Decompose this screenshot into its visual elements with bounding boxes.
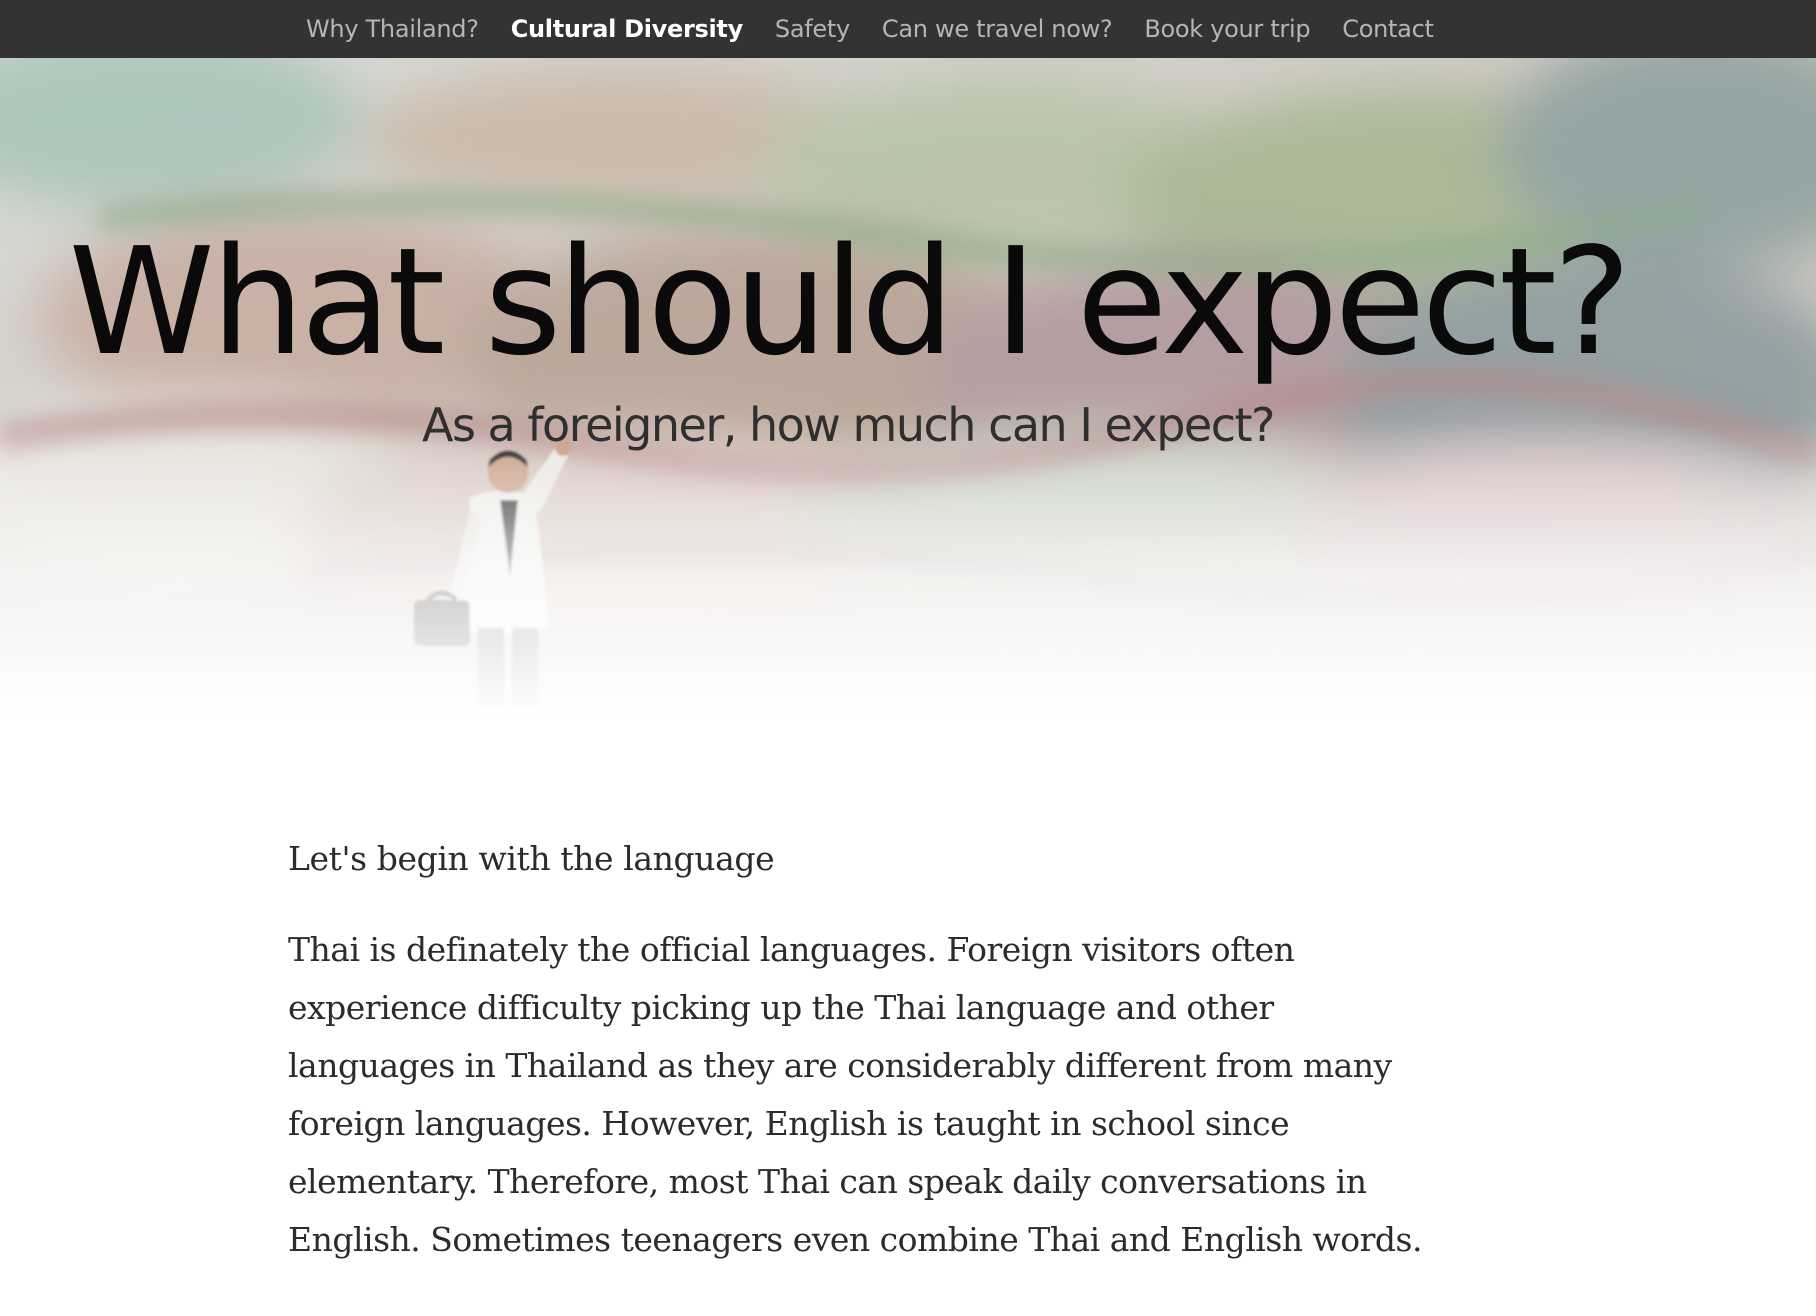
hero-fade-overlay	[0, 58, 1816, 718]
hero-section: What should I expect? As a foreigner, ho…	[0, 58, 1816, 718]
nav-list: Why Thailand? Cultural Diversity Safety …	[306, 0, 1466, 58]
nav-item-cultural-diversity[interactable]: Cultural Diversity	[511, 15, 744, 43]
language-paragraph: Thai is definately the official language…	[288, 930, 1422, 1259]
section-heading: Let's begin with the language	[288, 839, 775, 878]
nav-item-can-we-travel-now[interactable]: Can we travel now?	[882, 15, 1113, 43]
nav-item-safety[interactable]: Safety	[775, 15, 850, 43]
nav-item-contact[interactable]: Contact	[1342, 15, 1434, 43]
top-navbar: Why Thailand? Cultural Diversity Safety …	[0, 0, 1816, 58]
main-content: Let's begin with the language Thai is de…	[288, 830, 1428, 1269]
hero-subtitle: As a foreigner, how much can I expect?	[422, 398, 1275, 452]
nav-item-book-your-trip[interactable]: Book your trip	[1144, 15, 1310, 43]
nav-item-why-thailand[interactable]: Why Thailand?	[306, 15, 479, 43]
hero-title: What should I expect?	[68, 216, 1632, 388]
